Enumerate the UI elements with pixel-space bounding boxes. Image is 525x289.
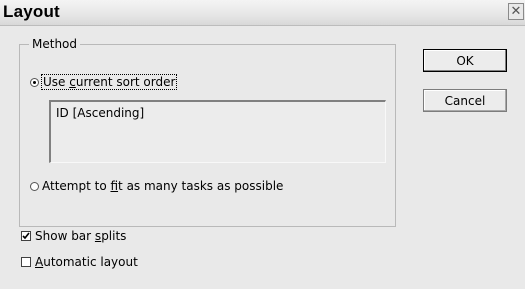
cancel-button[interactable]: Cancel xyxy=(423,89,507,112)
radio-use-current-sort-order-label: Use current sort order xyxy=(40,74,178,90)
list-item[interactable]: ID [Ascending] xyxy=(56,106,380,120)
dialog-body: Method Use current sort order ID [Ascend… xyxy=(0,26,525,289)
radio-selected-dot xyxy=(33,80,36,84)
label-text: it as many tasks as possible xyxy=(118,179,284,193)
checkbox-icon xyxy=(21,257,31,267)
method-group-label: Method xyxy=(29,37,81,51)
radio-fit-many-tasks[interactable]: Attempt to fit as many tasks as possible xyxy=(30,179,283,193)
label-text: Use xyxy=(43,75,70,89)
accelerator-key: A xyxy=(35,255,44,269)
title-bar[interactable]: Layout ✕ xyxy=(0,0,525,26)
automatic-layout-label: Automatic layout xyxy=(35,255,138,269)
radio-fit-many-tasks-label: Attempt to fit as many tasks as possible xyxy=(42,179,283,193)
label-text: plits xyxy=(101,229,127,243)
label-text: Show bar xyxy=(35,229,95,243)
close-button[interactable]: ✕ xyxy=(508,3,524,20)
checkbox-show-bar-splits[interactable]: Show bar splits xyxy=(21,229,126,243)
label-text: urrent sort order xyxy=(75,75,176,89)
window-title: Layout xyxy=(3,2,60,21)
accelerator-key: f xyxy=(110,179,119,193)
sort-order-list[interactable]: ID [Ascending] xyxy=(49,100,386,163)
close-icon: ✕ xyxy=(510,4,522,19)
show-bar-splits-label: Show bar splits xyxy=(35,229,126,243)
checkbox-icon xyxy=(21,231,31,241)
radio-use-current-sort-order[interactable]: Use current sort order xyxy=(30,74,178,90)
accelerator-key: c xyxy=(69,75,76,89)
checkbox-automatic-layout[interactable]: Automatic layout xyxy=(21,255,138,269)
radio-icon xyxy=(30,181,39,191)
checkmark-icon xyxy=(22,232,30,240)
ok-button[interactable]: OK xyxy=(423,49,507,72)
radio-icon xyxy=(30,77,39,87)
label-text: Attempt to xyxy=(42,179,111,193)
label-text: utomatic layout xyxy=(43,255,138,269)
